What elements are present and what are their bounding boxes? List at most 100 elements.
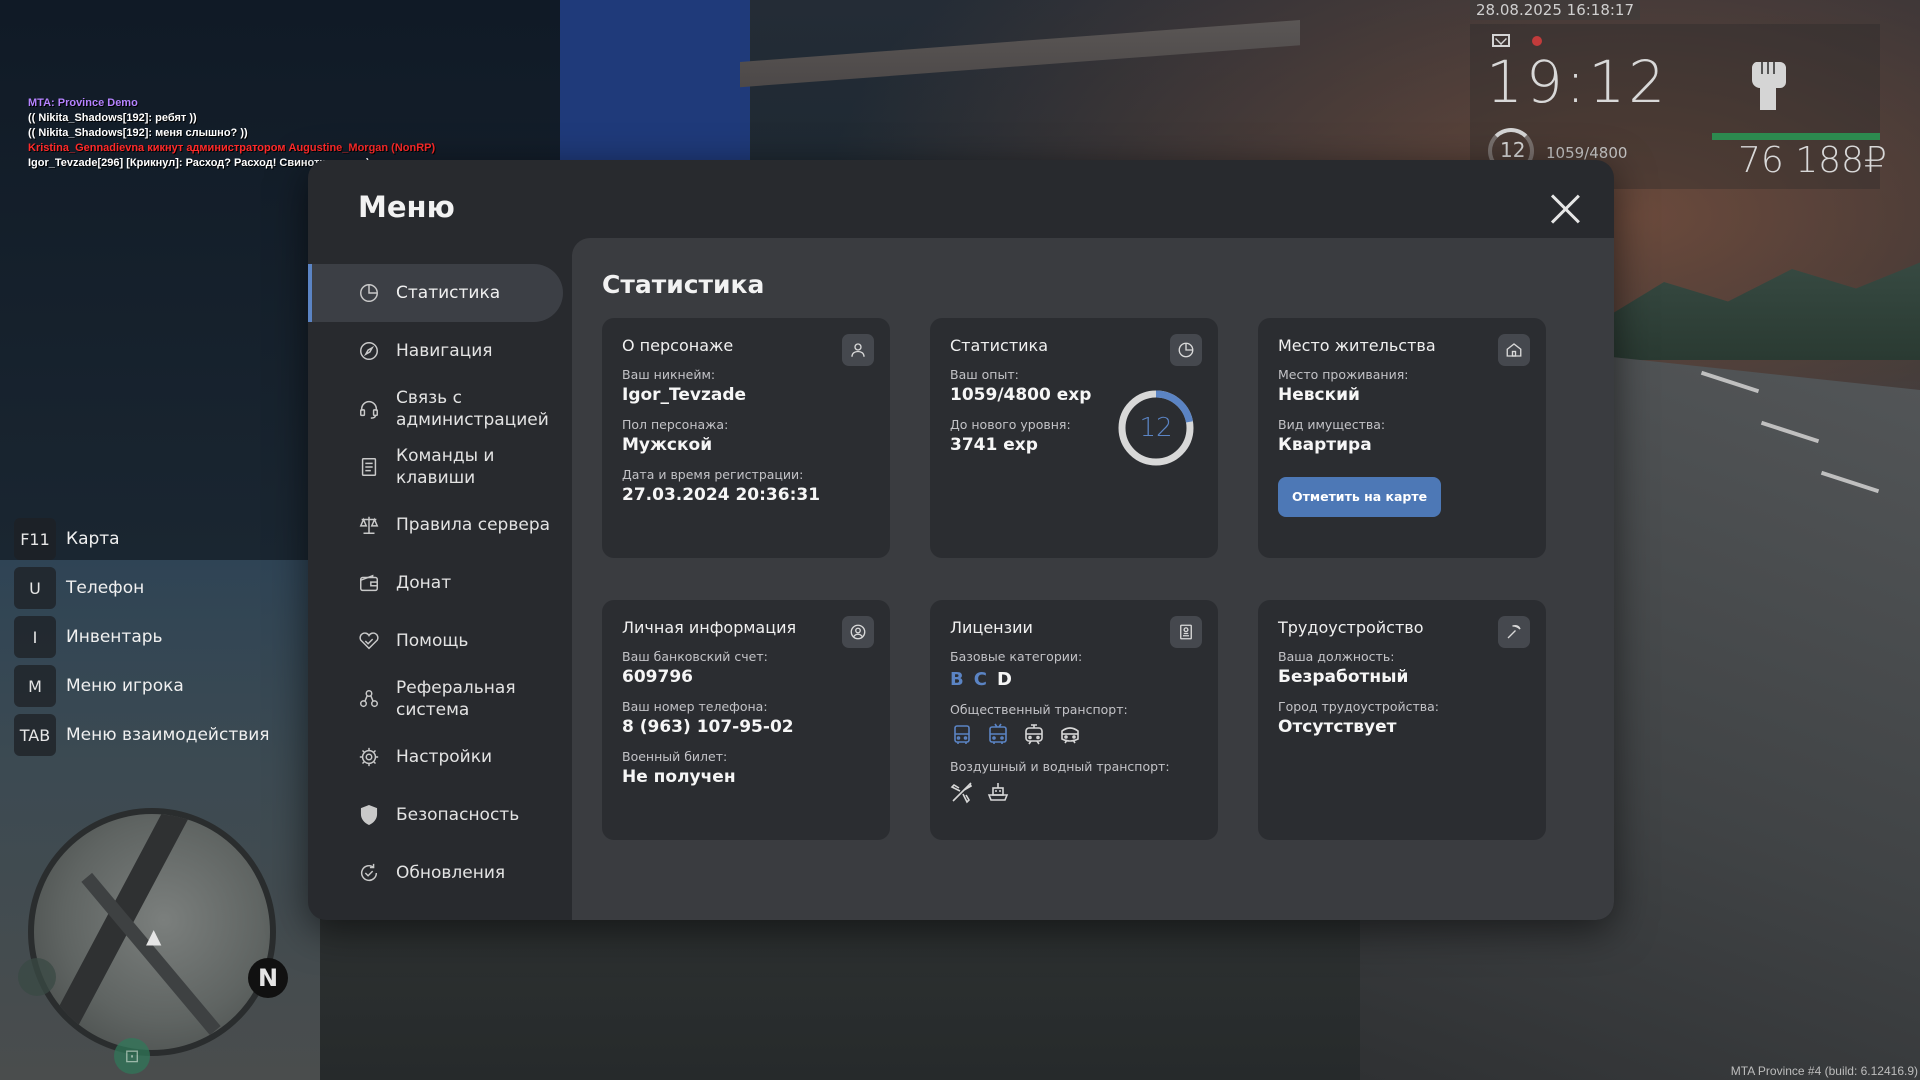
bank-account-label: Ваш банковский счет:: [622, 649, 768, 664]
sidebar-item-referral[interactable]: Реферальная система: [308, 670, 563, 728]
air-water-transport-label: Воздушный и водный транспорт:: [950, 759, 1170, 774]
gender-value: Мужской: [622, 435, 713, 455]
ship-icon: [987, 783, 1009, 801]
sidebar-item-navigation[interactable]: Навигация: [308, 322, 563, 380]
registration-value: 27.03.2024 20:36:31: [622, 485, 821, 505]
pie-chart-icon: [360, 284, 378, 302]
sidebar-item-settings[interactable]: Настройки: [308, 728, 563, 786]
user-circle-icon: [842, 616, 874, 648]
pickaxe-icon: [1498, 616, 1530, 648]
hotkey-label: Меню игрока: [66, 676, 184, 696]
phone-value: 8 (963) 107-95-02: [622, 717, 794, 737]
house-icon: [1498, 334, 1530, 366]
sidebar-item-label: Донат: [396, 573, 452, 593]
hud-time: 19:12: [1486, 48, 1669, 116]
sidebar: Статистика Навигация Связь с администрац…: [308, 264, 563, 902]
sidebar-item-label: Навигация: [396, 341, 493, 361]
bus-stop-icon: ⊡: [114, 1038, 150, 1074]
gear-icon: [359, 747, 379, 767]
hotkey-key: M: [14, 665, 56, 707]
sidebar-item-label: Правила сервера: [396, 515, 551, 535]
menu-title: Меню: [358, 190, 455, 224]
property-type-value: Квартира: [1278, 435, 1372, 455]
tram-icon: [1025, 724, 1043, 745]
sidebar-item-donate[interactable]: Донат: [308, 554, 563, 612]
hotkey-key: F11: [14, 518, 56, 560]
sidebar-item-updates[interactable]: Обновления: [308, 844, 563, 902]
player-arrow-icon: ▲: [146, 924, 162, 948]
document-icon: [361, 458, 377, 476]
chat-line: Kristina_Gennadievna кикнут администрато…: [28, 142, 436, 154]
sidebar-item-label: Статистика: [396, 283, 501, 303]
sidebar-item-help[interactable]: Помощь: [308, 612, 563, 670]
compass-north-icon: N: [248, 958, 288, 998]
exp-progress-ring: 12: [1116, 388, 1196, 468]
pie-chart-icon: [1170, 334, 1202, 366]
compass-icon: [360, 342, 378, 360]
sidebar-item-rules[interactable]: Правила сервера: [308, 496, 563, 554]
user-icon: [842, 334, 874, 366]
bus-icon: [954, 725, 970, 744]
handshake-icon: [359, 632, 379, 650]
hud-level: 12: [1500, 138, 1526, 162]
job-position-value: Безработный: [1278, 667, 1409, 687]
notification-dot: [1532, 36, 1542, 46]
military-id-label: Военный билет:: [622, 749, 728, 764]
hotkey-label: Телефон: [66, 578, 145, 598]
card-title: Место жительства: [1278, 336, 1436, 355]
bank-account-value: 609796: [622, 667, 693, 687]
hotkey-label: Меню взаимодействия: [66, 725, 270, 745]
hotkey-key: U: [14, 567, 56, 609]
id-card-icon: [1170, 616, 1202, 648]
base-categories: B C D: [950, 669, 1198, 690]
registration-label: Дата и время регистрации:: [622, 467, 804, 482]
license-category-c: C: [973, 669, 987, 690]
hotkey-player-menu[interactable]: M Меню игрока: [14, 665, 270, 707]
hotkey-inventory[interactable]: I Инвентарь: [14, 616, 270, 658]
scales-icon: [359, 516, 379, 534]
hotkey-label: Инвентарь: [66, 627, 163, 647]
job-position-label: Ваша должность:: [1278, 649, 1395, 664]
sidebar-item-label: Обновления: [396, 863, 506, 883]
menu-window: Меню Статистика Навигация Связь с админи…: [308, 160, 1614, 920]
hotkey-phone[interactable]: U Телефон: [14, 567, 270, 609]
card-title: Лицензии: [950, 618, 1033, 637]
sidebar-item-commands[interactable]: Команды и клавиши: [308, 438, 563, 496]
background-hills: [1600, 262, 1920, 360]
public-transport-icons: [950, 723, 1198, 747]
hotkey-key: TAB: [14, 714, 56, 756]
mark-on-map-button[interactable]: Отметить на карте: [1278, 477, 1442, 517]
health-bar: [1712, 133, 1880, 140]
background-bridge: [740, 20, 1300, 88]
nickname-value: Igor_Tevzade: [622, 385, 747, 405]
chat-title: MTA: Province Demo: [28, 97, 138, 109]
hotkey-interaction-menu[interactable]: TAB Меню взаимодействия: [14, 714, 270, 756]
nickname-label: Ваш никнейм:: [622, 367, 716, 382]
sidebar-item-statistics[interactable]: Статистика: [308, 264, 563, 322]
license-category-d: D: [996, 669, 1012, 690]
base-categories-label: Базовые категории:: [950, 649, 1083, 664]
card-employment: Трудоустройство Ваша должность: Безработ…: [1258, 600, 1546, 840]
air-water-transport-icons: [950, 780, 1198, 804]
sidebar-item-admin-contact[interactable]: Связь с администрацией: [308, 380, 563, 438]
wallet-icon: [360, 574, 378, 592]
chat-line: (( Nikita_Shadows[192]: ребят )): [28, 112, 197, 124]
close-icon[interactable]: [1548, 192, 1582, 226]
card-licenses: Лицензии Базовые категории: B C D Общест…: [930, 600, 1218, 840]
hotkey-map[interactable]: F11 Карта: [14, 518, 270, 560]
fist-icon: [1751, 62, 1786, 110]
sidebar-item-label: Реферальная система: [396, 678, 516, 720]
metro-icon: [1061, 727, 1079, 744]
job-city-label: Город трудоустройства:: [1278, 699, 1440, 714]
minimap-marker: [18, 958, 56, 996]
sidebar-item-security[interactable]: Безопасность: [308, 786, 563, 844]
sidebar-item-label: Связь с администрацией: [396, 388, 549, 430]
hotkey-key: I: [14, 616, 56, 658]
hotkey-label: Карта: [66, 529, 120, 549]
hud-money: 76 188₽: [1738, 140, 1887, 181]
military-id-value: Не получен: [622, 767, 736, 787]
job-city-value: Отсутствует: [1278, 717, 1397, 737]
card-title: Статистика: [950, 336, 1048, 355]
level-value: 12: [1139, 413, 1173, 443]
build-info: MTA Province #4 (build: 6.12416.9): [1730, 1064, 1918, 1078]
